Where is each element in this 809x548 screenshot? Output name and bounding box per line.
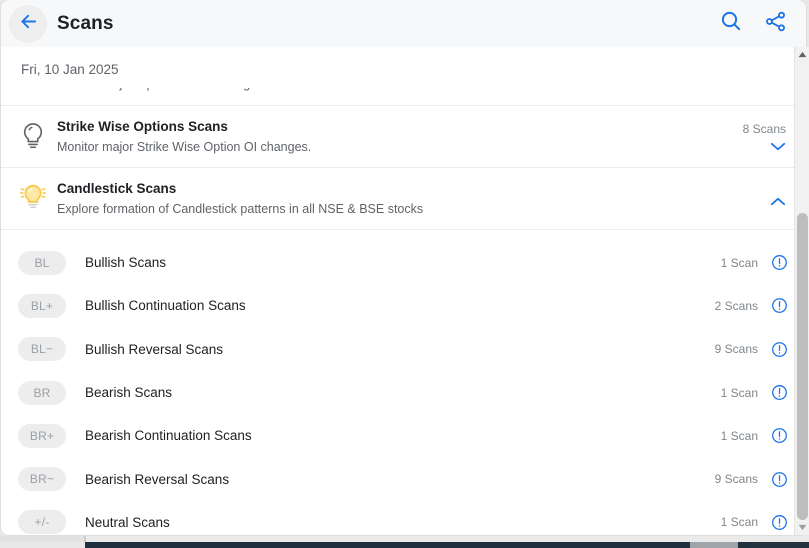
scan-count: 9 Scans bbox=[714, 342, 758, 357]
bottom-strip-segment bbox=[690, 542, 738, 548]
scroll-down-arrow-icon[interactable] bbox=[795, 520, 809, 535]
date-label: Fri, 10 Jan 2025 bbox=[21, 62, 119, 77]
scan-badge: BR~ bbox=[18, 467, 66, 492]
bottom-strip bbox=[0, 542, 809, 548]
info-icon[interactable] bbox=[771, 254, 788, 271]
scan-badge: +/- bbox=[18, 510, 66, 535]
candlestick-scan-list: BL Bullish Scans 1 Scan BL+ Bullish Cont… bbox=[1, 241, 806, 535]
group-subtitle: Explore formation of Candlestick pattern… bbox=[57, 202, 424, 216]
scan-row-bearish-continuation-scans[interactable]: BR+ Bearish Continuation Scans 1 Scan bbox=[1, 414, 806, 457]
scan-row-bearish-scans[interactable]: BR Bearish Scans 1 Scan bbox=[1, 371, 806, 414]
scan-label: Bullish Scans bbox=[85, 255, 167, 271]
group-row-candlestick-scans[interactable]: Candlestick Scans Explore formation of C… bbox=[1, 168, 806, 230]
info-icon[interactable] bbox=[771, 384, 788, 401]
scan-row-bearish-reversal-scans[interactable]: BR~ Bearish Reversal Scans 9 Scans bbox=[1, 457, 806, 500]
info-icon[interactable] bbox=[771, 297, 788, 314]
back-button[interactable] bbox=[9, 4, 47, 43]
scan-label: Bearish Reversal Scans bbox=[85, 471, 230, 487]
scan-count: 9 Scans bbox=[714, 472, 758, 487]
scan-label: Neutral Scans bbox=[85, 514, 170, 530]
chevron-down-icon[interactable] bbox=[770, 141, 786, 152]
group-scan-count: 8 Scans bbox=[742, 121, 786, 136]
scan-badge: BL+ bbox=[18, 293, 66, 318]
search-button[interactable] bbox=[714, 7, 748, 41]
share-button[interactable] bbox=[758, 7, 792, 41]
info-icon[interactable] bbox=[771, 427, 788, 444]
vertical-scrollbar-thumb[interactable] bbox=[797, 213, 808, 520]
lightbulb-icon bbox=[18, 88, 48, 93]
scan-row-neutral-scans[interactable]: +/- Neutral Scans 1 Scan bbox=[1, 501, 806, 535]
scan-badge: BR bbox=[18, 380, 66, 405]
lightbulb-icon bbox=[18, 121, 48, 152]
scans-scroll-area[interactable]: Fri, 10 Jan 2025 Open Interest Scans Mon… bbox=[1, 47, 806, 535]
scan-count: 1 Scan bbox=[720, 385, 758, 400]
share-icon bbox=[764, 10, 787, 38]
scans-card: Scans Fri, 10 Jan 2025 Strike Wise Optio… bbox=[1, 0, 806, 535]
chevron-up-icon[interactable] bbox=[770, 196, 786, 207]
scan-row-bullish-scans[interactable]: BL Bullish Scans 1 Scan bbox=[1, 241, 806, 284]
scroll-up-arrow-icon[interactable] bbox=[795, 47, 809, 62]
vertical-scrollbar[interactable] bbox=[794, 47, 809, 535]
scan-badge: BL bbox=[18, 250, 66, 275]
scan-count: 1 Scan bbox=[720, 515, 758, 530]
info-icon[interactable] bbox=[771, 471, 788, 488]
scan-row-bullish-reversal-scans[interactable]: BL~ Bullish Reversal Scans 9 Scans bbox=[1, 328, 806, 371]
scan-count: 2 Scans bbox=[714, 298, 758, 313]
group-title: Candlestick Scans bbox=[57, 181, 177, 196]
group-subtitle: Monitor major Strike Wise Option OI chan… bbox=[57, 140, 312, 154]
app-root: Scans Fri, 10 Jan 2025 Strike Wise Optio… bbox=[0, 0, 809, 548]
group-row-strike-wise-options-scans[interactable]: Strike Wise Options Scans Monitor major … bbox=[1, 106, 806, 168]
scan-label: Bullish Reversal Scans bbox=[85, 341, 224, 357]
info-icon[interactable] bbox=[771, 341, 788, 358]
search-icon bbox=[719, 9, 743, 38]
scan-label: Bullish Continuation Scans bbox=[85, 298, 246, 314]
clipped-group-row[interactable]: Open Interest Scans Monitor major Open I… bbox=[1, 88, 806, 106]
arrow-left-icon bbox=[18, 11, 39, 37]
scan-count: 1 Scan bbox=[720, 428, 758, 443]
lightbulb-highlight-icon bbox=[18, 182, 48, 215]
scan-row-bullish-continuation-scans[interactable]: BL+ Bullish Continuation Scans 2 Scans bbox=[1, 284, 806, 327]
scan-count: 1 Scan bbox=[720, 255, 758, 270]
page-title: Scans bbox=[57, 12, 114, 34]
date-bar: Fri, 10 Jan 2025 bbox=[1, 47, 806, 88]
scan-label: Bearish Continuation Scans bbox=[85, 428, 252, 444]
info-icon[interactable] bbox=[771, 514, 788, 531]
clipped-group-subtitle: Monitor major Open Interest changes. bbox=[57, 88, 267, 91]
app-header: Scans bbox=[1, 0, 806, 47]
scan-label: Bearish Scans bbox=[85, 385, 173, 401]
bottom-strip-dark-right bbox=[751, 542, 809, 548]
scan-badge: BR+ bbox=[18, 423, 66, 448]
scan-badge: BL~ bbox=[18, 337, 66, 362]
group-title: Strike Wise Options Scans bbox=[57, 119, 228, 134]
